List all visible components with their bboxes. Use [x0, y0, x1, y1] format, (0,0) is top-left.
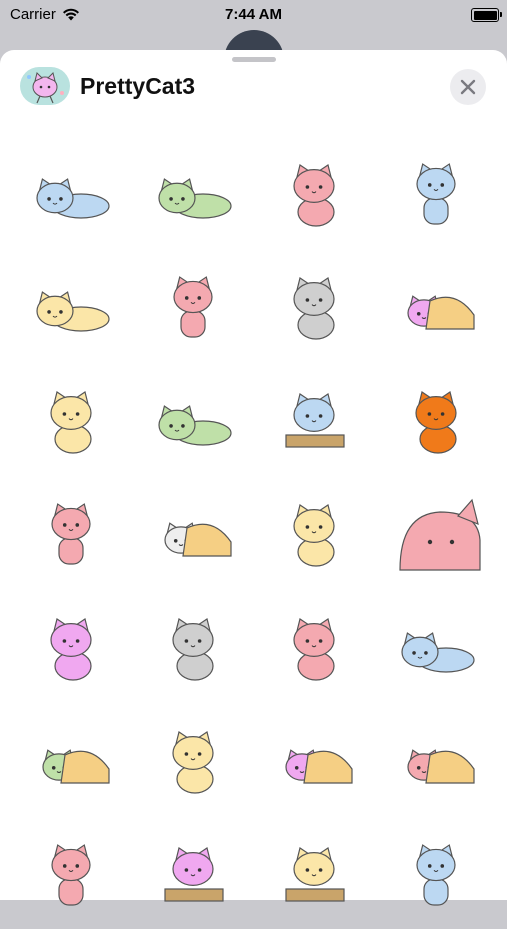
cat-sticker-image	[293, 277, 335, 340]
sticker-cream-cat-cooking[interactable]	[254, 815, 376, 929]
sticker-blue-cat-lying[interactable]	[10, 134, 132, 248]
cat-sticker-image	[50, 617, 92, 681]
cat-sticker-image	[293, 617, 335, 681]
cat-sticker-image	[285, 749, 353, 784]
cat-sticker-image	[293, 163, 335, 227]
cat-sticker-image	[51, 503, 91, 565]
close-icon	[460, 79, 476, 95]
cat-sticker-image	[415, 390, 457, 454]
cat-sticker-image	[51, 843, 91, 906]
pack-title: PrettyCat3	[80, 73, 196, 99]
cat-sticker-image	[416, 843, 456, 906]
sticker-pink-cat-standing[interactable]	[10, 475, 132, 589]
sticker-white-cat-sleeping[interactable]	[132, 475, 254, 589]
cat-sticker-image	[42, 749, 110, 784]
cat-sticker-image	[401, 631, 475, 673]
sticker-blue-cat-standing[interactable]	[375, 134, 497, 248]
sticker-purple-cat-night[interactable]	[254, 702, 376, 816]
cat-sticker-image	[36, 177, 110, 219]
status-bar: Carrier 7:44 AM	[0, 0, 507, 30]
sticker-purple-cat-blanket[interactable]	[375, 248, 497, 362]
sticker-pink-cat-walking[interactable]	[132, 248, 254, 362]
sticker-green-cat-lying[interactable]	[132, 134, 254, 248]
sticker-blue-cat-laptop[interactable]	[375, 588, 497, 702]
sticker-gray-cat-gift[interactable]	[132, 588, 254, 702]
cat-sticker-image	[399, 498, 481, 571]
sticker-cream-cat-sitting[interactable]	[10, 361, 132, 475]
cat-sticker-image	[36, 291, 110, 332]
cat-sticker-image	[172, 617, 214, 681]
cat-sticker-image	[172, 731, 214, 794]
cat-sticker-image	[285, 392, 345, 448]
cat-sticker-image	[285, 846, 345, 902]
sticker-gray-cat-sitting[interactable]	[254, 248, 376, 362]
sticker-pink-cat-sitting[interactable]	[254, 134, 376, 248]
battery-icon	[471, 8, 502, 22]
cat-sticker-image	[158, 404, 232, 446]
cat-sticker-image	[416, 162, 456, 225]
sticker-purple-cat-gaming[interactable]	[10, 588, 132, 702]
sticker-grid	[10, 134, 497, 929]
cat-sticker-image	[158, 177, 232, 219]
sticker-purple-cat-table[interactable]	[132, 815, 254, 929]
sheet-grabber-handle[interactable]	[232, 57, 276, 62]
sticker-pink-cat-big-face[interactable]	[375, 475, 497, 589]
close-button[interactable]	[450, 69, 486, 105]
sheet-header: PrettyCat3	[0, 67, 507, 107]
sticker-blue-cat-desk[interactable]	[254, 361, 376, 475]
sticker-pink-cat-corner[interactable]	[254, 588, 376, 702]
sticker-cream-cat-phone[interactable]	[132, 702, 254, 816]
sticker-pink-cat-morning[interactable]	[375, 702, 497, 816]
sticker-cream-cat-lying[interactable]	[10, 248, 132, 362]
sticker-sheet: PrettyCat3	[0, 50, 507, 906]
sticker-green-cat-flat[interactable]	[132, 361, 254, 475]
cat-sticker-image	[293, 504, 335, 567]
cat-sticker-image	[164, 522, 232, 557]
cat-sticker-image	[407, 749, 475, 784]
sticker-pink-cat-dancing[interactable]	[10, 815, 132, 929]
cat-sticker-image	[50, 390, 92, 454]
cat-sticker-image	[173, 276, 213, 338]
pack-icon	[20, 67, 70, 105]
sticker-cream-cat-shocked[interactable]	[254, 475, 376, 589]
sticker-blue-cat-laundry[interactable]	[375, 815, 497, 929]
cat-sticker-image	[164, 846, 224, 902]
status-time: 7:44 AM	[225, 6, 282, 23]
cat-sticker-image	[407, 295, 475, 330]
sticker-green-cat-box[interactable]	[10, 702, 132, 816]
sticker-orange-cat-party[interactable]	[375, 361, 497, 475]
